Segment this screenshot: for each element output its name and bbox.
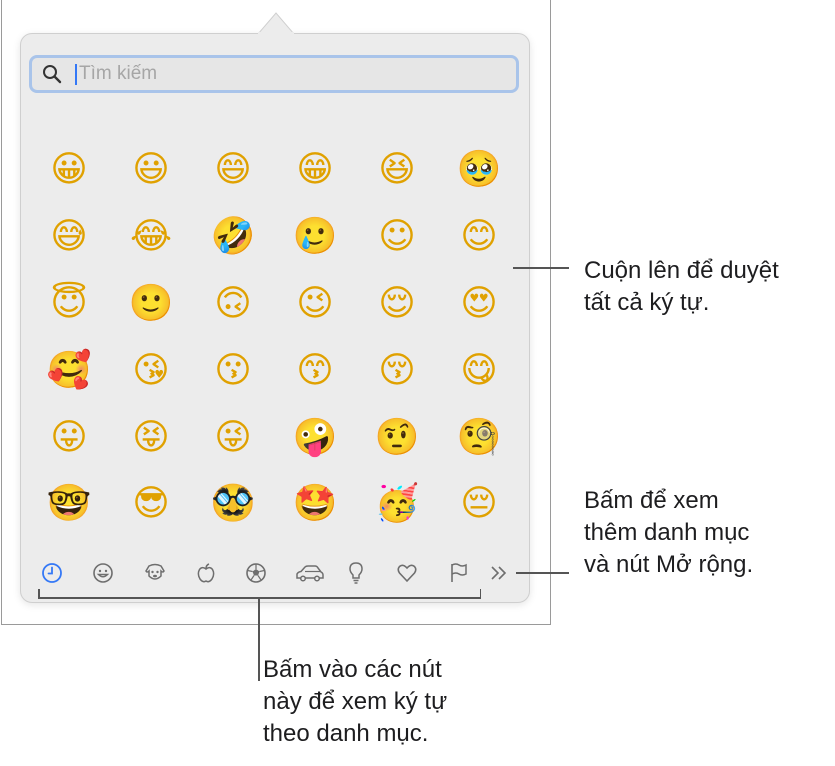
emoji-grid: 😀 😃 😄 😁 😆 🥹 😅 😂 🤣 🥲 ☺ 😊 😇 🙂 🙃 😉 😌 😍 🥰 😘 😗 😙 😚 😋 😛 😝 😜 🤪 🤨 🧐 🤓 😎 🥸 🤩 🥳 😔 — [28, 137, 520, 538]
emoji-cell[interactable]: 🤩 — [274, 471, 356, 538]
emoji-cell[interactable]: 🙂 — [110, 271, 192, 338]
category-objects-button[interactable] — [343, 560, 369, 586]
text-cursor — [75, 64, 77, 85]
emoji-cell[interactable]: 🤣 — [192, 204, 274, 271]
emoji-cell[interactable]: 😜 — [192, 404, 274, 471]
emoji-cell[interactable]: 😛 — [28, 404, 110, 471]
apple-icon — [197, 563, 215, 583]
category-food-button[interactable] — [193, 560, 219, 586]
emoji-cell[interactable]: 😝 — [110, 404, 192, 471]
emoji-cell[interactable]: 🥰 — [28, 337, 110, 404]
emoji-cell[interactable]: 🤪 — [274, 404, 356, 471]
emoji-cell[interactable]: 😍 — [438, 271, 520, 338]
scroll-annotation: Cuộn lên để duyệt tất cả ký tự. — [584, 257, 779, 316]
more-annotation: Bấm để xem thêm danh mục và nút Mở rộng. — [584, 487, 754, 578]
emoji-cell[interactable]: 😉 — [274, 271, 356, 338]
search-icon — [42, 64, 62, 84]
emoji-cell[interactable]: 😄 — [192, 137, 274, 204]
emoji-cell[interactable]: 😙 — [274, 337, 356, 404]
emoji-cell[interactable]: 😌 — [356, 271, 438, 338]
more-callout-line — [516, 572, 569, 574]
emoji-cell[interactable]: 😂 — [110, 204, 192, 271]
category-bracket-right — [479, 589, 481, 598]
lightbulb-icon — [349, 562, 363, 584]
flag-icon — [451, 563, 467, 582]
emoji-cell[interactable]: 😆 — [356, 137, 438, 204]
search-field[interactable] — [29, 55, 519, 93]
category-animals-button[interactable] — [142, 560, 168, 586]
category-symbols-button[interactable] — [394, 560, 420, 586]
emoji-cell[interactable]: 🥸 — [192, 471, 274, 538]
emoji-cell[interactable]: 🥹 — [438, 137, 520, 204]
dog-icon — [145, 563, 165, 580]
scroll-callout-line — [513, 267, 569, 269]
emoji-cell[interactable]: 😎 — [110, 471, 192, 538]
category-bracket-left — [38, 589, 40, 598]
soccer-ball-icon — [246, 563, 266, 583]
emoji-cell[interactable]: ☺ — [356, 204, 438, 271]
clock-icon — [42, 563, 62, 583]
emoji-cell[interactable]: 😚 — [356, 337, 438, 404]
emoji-cell[interactable]: 😊 — [438, 204, 520, 271]
emoji-cell[interactable]: 😅 — [28, 204, 110, 271]
emoji-cell[interactable]: 😋 — [438, 337, 520, 404]
category-smileys-button[interactable] — [90, 560, 116, 586]
category-bracket-horizontal — [38, 597, 481, 599]
car-icon — [296, 565, 324, 582]
search-input[interactable] — [79, 60, 499, 88]
emoji-cell[interactable]: 🧐 — [438, 404, 520, 471]
category-bar — [28, 556, 520, 592]
category-activity-button[interactable] — [243, 560, 269, 586]
emoji-cell[interactable]: 😀 — [28, 137, 110, 204]
smiley-icon — [93, 563, 113, 583]
emoji-cell[interactable]: 🤨 — [356, 404, 438, 471]
category-more-button[interactable] — [486, 560, 512, 586]
emoji-cell[interactable]: 😗 — [192, 337, 274, 404]
emoji-cell[interactable]: 😁 — [274, 137, 356, 204]
category-recent-button[interactable] — [39, 560, 65, 586]
heart-icon — [397, 564, 417, 583]
emoji-cell[interactable]: 🥲 — [274, 204, 356, 271]
emoji-cell[interactable]: 🙃 — [192, 271, 274, 338]
categories-annotation: Bấm vào các nút này để xem ký tự theo da… — [263, 656, 448, 747]
emoji-cell[interactable]: 😔 — [438, 471, 520, 538]
double-chevron-right-icon — [491, 566, 507, 580]
emoji-cell[interactable]: 🥳 — [356, 471, 438, 538]
emoji-cell[interactable]: 😇 — [28, 271, 110, 338]
emoji-cell[interactable]: 🤓 — [28, 471, 110, 538]
category-flags-button[interactable] — [446, 560, 472, 586]
category-travel-button[interactable] — [294, 560, 326, 586]
category-callout-line — [258, 597, 260, 681]
emoji-cell[interactable]: 😘 — [110, 337, 192, 404]
emoji-cell[interactable]: 😃 — [110, 137, 192, 204]
